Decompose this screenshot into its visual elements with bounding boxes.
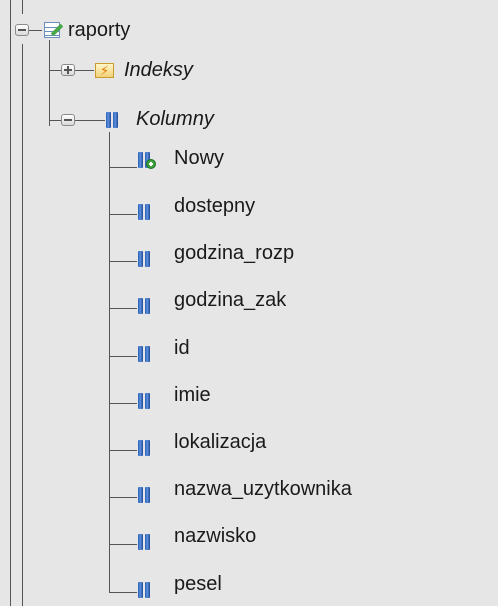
tree-connector bbox=[49, 40, 50, 126]
tree-connector bbox=[10, 0, 11, 606]
column-icon bbox=[137, 485, 155, 503]
tree-connector bbox=[75, 120, 105, 121]
tree-item-kolumny[interactable]: Kolumny bbox=[136, 107, 214, 131]
tree-connector bbox=[22, 44, 23, 606]
tree-connector bbox=[22, 0, 23, 14]
tree-connector bbox=[109, 497, 137, 498]
column-icon bbox=[137, 344, 155, 362]
tree-item-column[interactable]: dostepny bbox=[174, 194, 255, 218]
tree-item-column[interactable]: godzina_zak bbox=[174, 288, 286, 312]
expand-toggle-indeksy[interactable] bbox=[61, 64, 75, 76]
tree-connector bbox=[109, 214, 137, 215]
collapse-toggle-kolumny[interactable] bbox=[61, 114, 75, 126]
tree-connector bbox=[49, 120, 61, 121]
column-icon bbox=[137, 438, 155, 456]
column-icon bbox=[137, 296, 155, 314]
tree-item-raporty[interactable]: raporty bbox=[68, 18, 130, 42]
tree-connector bbox=[109, 132, 110, 592]
tree-connector bbox=[109, 356, 137, 357]
tree-connector bbox=[109, 544, 137, 545]
tree-item-column[interactable]: nazwa_uzytkownika bbox=[174, 477, 352, 501]
tree-connector bbox=[109, 308, 137, 309]
tree-item-column[interactable]: nazwisko bbox=[174, 524, 256, 548]
navigation-tree: raporty ⚡ Indeksy Kolumny Nowy dostepny g… bbox=[0, 0, 498, 606]
tree-connector bbox=[109, 403, 137, 404]
tree-item-column[interactable]: id bbox=[174, 336, 190, 360]
new-column-icon bbox=[137, 150, 156, 169]
columns-icon bbox=[105, 110, 123, 128]
index-icon: ⚡ bbox=[94, 60, 116, 80]
column-icon bbox=[137, 532, 155, 550]
tree-connector bbox=[109, 450, 137, 451]
column-icon bbox=[137, 391, 155, 409]
tree-connector bbox=[49, 70, 61, 71]
tree-item-nowy[interactable]: Nowy bbox=[174, 146, 224, 170]
tree-connector bbox=[109, 592, 137, 593]
column-icon bbox=[137, 202, 155, 220]
tree-item-indeksy[interactable]: Indeksy bbox=[124, 58, 193, 82]
table-edit-icon bbox=[42, 19, 64, 41]
tree-item-column[interactable]: imie bbox=[174, 383, 211, 407]
tree-connector bbox=[75, 70, 94, 71]
tree-item-column[interactable]: godzina_rozp bbox=[174, 241, 294, 265]
tree-connector bbox=[109, 261, 137, 262]
tree-connector bbox=[29, 30, 42, 31]
column-icon bbox=[137, 580, 155, 598]
tree-item-column[interactable]: pesel bbox=[174, 572, 222, 596]
column-icon bbox=[137, 249, 155, 267]
collapse-toggle-raporty[interactable] bbox=[15, 24, 29, 36]
tree-connector bbox=[109, 167, 137, 168]
tree-item-column[interactable]: lokalizacja bbox=[174, 430, 266, 454]
